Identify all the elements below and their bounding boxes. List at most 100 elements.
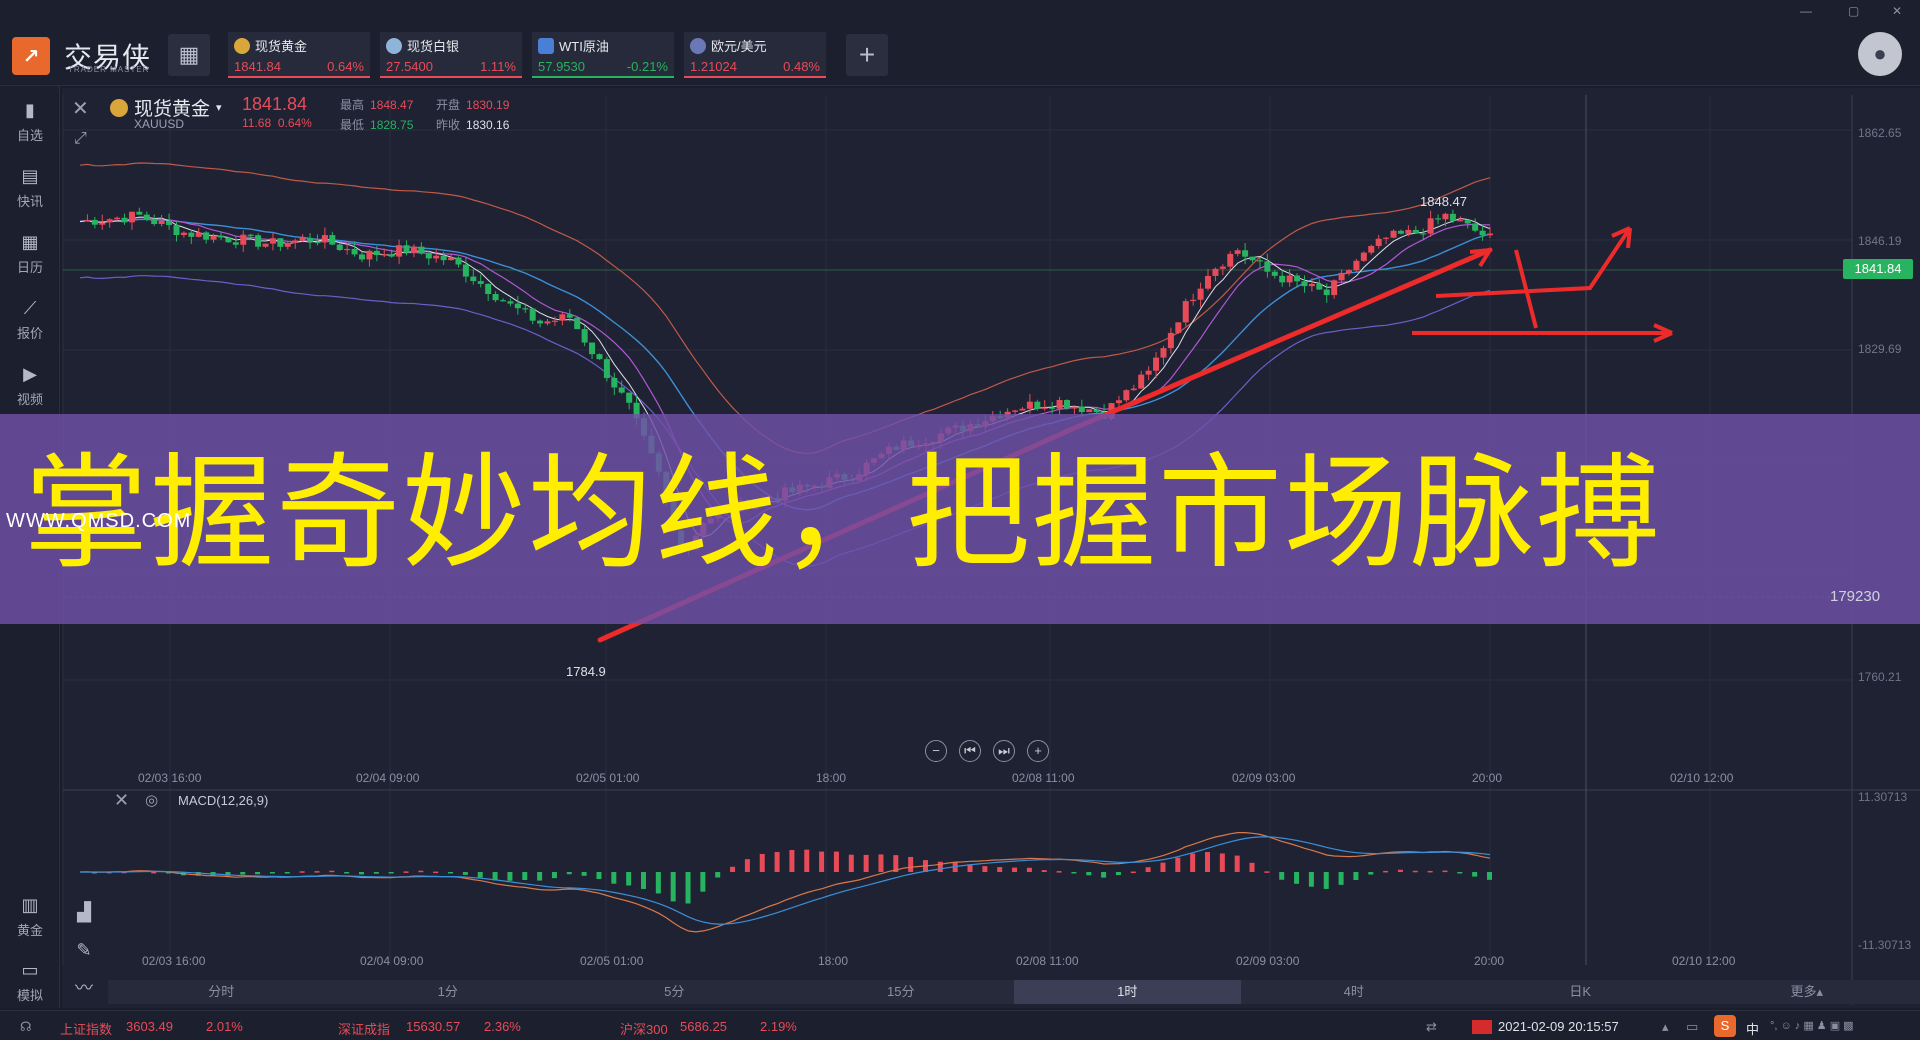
candle-body [1182, 301, 1189, 323]
macd-bar [240, 872, 246, 875]
candle-body [255, 235, 262, 247]
close-chart-icon[interactable]: ✕ [72, 96, 89, 121]
scroll-left-button[interactable]: ⏮ [959, 740, 981, 762]
candle-body [1219, 266, 1226, 269]
macd-bar [1041, 870, 1047, 872]
sogou-ime-icon[interactable]: S [1714, 1015, 1736, 1037]
macd-bar [937, 861, 943, 872]
zoom-out-button[interactable]: − [925, 740, 947, 762]
candle-body [1026, 401, 1033, 409]
x-tick: 20:00 [1472, 771, 1503, 785]
pencil-icon[interactable]: ✎ [64, 940, 104, 965]
cursor-price: 179230 [1830, 588, 1881, 605]
candle-body [1019, 408, 1026, 411]
index-hs-label[interactable]: 沪深300 [620, 1019, 668, 1038]
gear-icon[interactable]: ◎ [145, 791, 158, 809]
trend-tool-icon[interactable]: 〰 [64, 974, 104, 1004]
candle-body [321, 235, 328, 243]
close-indicator-icon[interactable]: ✕ [114, 790, 129, 811]
macd-bar [1294, 872, 1300, 884]
candle-body [1442, 213, 1449, 220]
candle-body [1397, 230, 1404, 234]
macd-bar [655, 872, 661, 894]
candle-body [232, 242, 239, 245]
tab-timeframe-more[interactable]: 更多▴ [1694, 980, 1920, 1004]
x-tick: 02/04 09:00 [356, 771, 420, 785]
candle-body [566, 314, 573, 318]
window-icon[interactable]: ▭ [1686, 1019, 1698, 1035]
candle-body [173, 225, 180, 236]
index-sz-label[interactable]: 深证成指 [338, 1019, 390, 1038]
candle-body [559, 314, 566, 321]
translate-icon[interactable]: ⇄ [1426, 1019, 1437, 1035]
macd-bar [789, 849, 795, 872]
tray-up-icon[interactable]: ▴ [1662, 1019, 1669, 1035]
macd-bar [448, 872, 454, 874]
ime-language[interactable]: 中 [1746, 1019, 1759, 1038]
candle-body [1271, 271, 1278, 276]
tab-timeframe-5m[interactable]: 5分 [561, 980, 788, 1004]
tab-timeframe-1h[interactable]: 1时 [1014, 980, 1241, 1004]
candle-body [1078, 406, 1085, 413]
candle-body [1175, 322, 1182, 333]
macd-bar [1160, 862, 1166, 872]
macd-y-top: 11.30713 [1858, 790, 1908, 804]
candle-body [151, 219, 158, 225]
macd-bar [522, 872, 528, 881]
zoom-in-button[interactable]: + [1027, 740, 1049, 762]
candle-body [1427, 218, 1434, 234]
candle-body [485, 283, 492, 295]
index-sh-label[interactable]: 上证指数 [60, 1019, 112, 1038]
macd-bar [1338, 872, 1344, 885]
macd-bar [1234, 855, 1240, 872]
candle-body [269, 238, 276, 244]
headset-icon[interactable]: ☊ [20, 1019, 32, 1035]
low-annotation: 1784.9 [566, 664, 606, 679]
expand-icon[interactable]: ⤢ [74, 130, 87, 148]
candle-body [136, 211, 143, 215]
candle-body [514, 303, 521, 309]
candle-body [1130, 388, 1137, 391]
macd-bar [1397, 869, 1403, 872]
candle-body [1457, 220, 1464, 222]
tab-timeframe-daily[interactable]: 日K [1467, 980, 1694, 1004]
tab-timeframe-15m[interactable]: 15分 [788, 980, 1015, 1004]
macd-bar [670, 872, 676, 902]
candle-body [1405, 229, 1412, 234]
candle-body [218, 235, 224, 238]
macd-bar [1442, 870, 1448, 873]
scroll-right-button[interactable]: ⏭ [993, 740, 1015, 762]
candle-body [99, 222, 106, 225]
china-flag-icon [1472, 1020, 1492, 1034]
candle-body [1212, 268, 1219, 276]
candle-body [388, 254, 395, 257]
tab-timeframe-4h[interactable]: 4时 [1241, 980, 1468, 1004]
bar-tool-icon[interactable]: ▟ [64, 902, 104, 927]
index-hs-pct: 2.19% [760, 1019, 797, 1034]
macd-bar [255, 872, 261, 875]
candle-body [114, 217, 121, 220]
macd-bar [581, 872, 587, 876]
candle-body [307, 238, 314, 242]
timeframe-bar: 分时 1分 5分 15分 1时 4时 日K 更多▴ [108, 980, 1920, 1004]
macd-bar [507, 872, 513, 881]
macd-bar [715, 872, 721, 878]
symbol-price: 1841.84 [242, 94, 308, 114]
macd-bar [462, 872, 468, 875]
gold-coin-icon [110, 98, 128, 117]
index-sh-pct: 2.01% [206, 1019, 243, 1034]
macd-bar [1071, 872, 1077, 874]
candle-body [1464, 220, 1471, 224]
candle-body [84, 219, 91, 222]
candle-body [1138, 374, 1145, 389]
macd-dea-line [80, 836, 1491, 925]
tray-icons[interactable]: °, ☺ ♪ ▦ ♟ ▣ ▩ [1770, 1019, 1854, 1032]
tab-timeframe-tick[interactable]: 分时 [108, 980, 335, 1004]
tab-timeframe-1m[interactable]: 1分 [335, 980, 562, 1004]
macd-bar [299, 871, 305, 873]
candle-body [1056, 400, 1063, 409]
low-value: 最低 1828.75 [340, 118, 414, 132]
macd-bar [759, 853, 765, 872]
macd-bar [700, 872, 706, 892]
candle-body [1049, 407, 1056, 409]
